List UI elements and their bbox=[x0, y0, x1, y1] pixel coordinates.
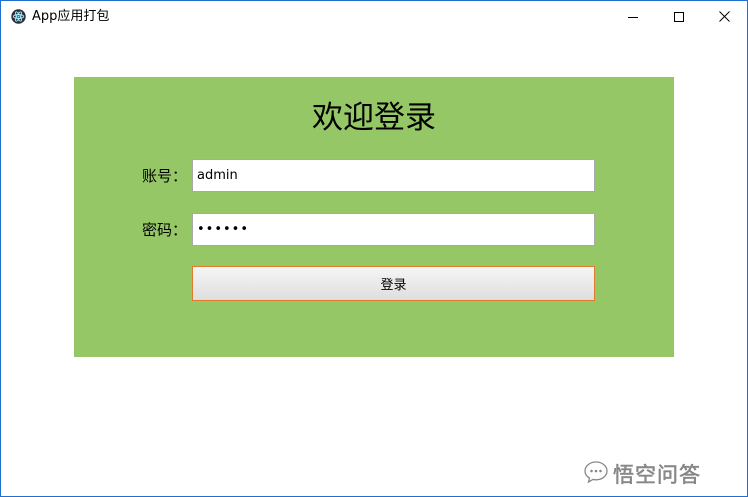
watermark: 悟空问答 bbox=[583, 460, 701, 488]
title-bar[interactable]: App应用打包 bbox=[1, 1, 747, 32]
close-icon bbox=[718, 7, 730, 26]
login-panel: 欢迎登录 账号： 密码： 登录 bbox=[74, 77, 674, 357]
app-window: App应用打包 欢迎登录 账号： 密码： 登录 bbox=[0, 0, 748, 497]
chat-bubble-icon bbox=[583, 460, 609, 488]
maximize-icon bbox=[674, 7, 684, 26]
close-button[interactable] bbox=[701, 1, 747, 32]
electron-atom-icon bbox=[11, 9, 26, 24]
watermark-text: 悟空问答 bbox=[613, 463, 701, 488]
username-label: 账号： bbox=[142, 167, 188, 185]
window-title: App应用打包 bbox=[32, 9, 110, 24]
login-title: 欢迎登录 bbox=[312, 100, 436, 136]
minimize-button[interactable] bbox=[610, 1, 656, 32]
minimize-icon bbox=[628, 7, 638, 26]
password-input[interactable] bbox=[192, 213, 595, 246]
password-label: 密码： bbox=[142, 221, 188, 239]
login-button[interactable]: 登录 bbox=[192, 266, 595, 301]
maximize-button[interactable] bbox=[656, 1, 702, 32]
username-input[interactable] bbox=[192, 159, 595, 192]
